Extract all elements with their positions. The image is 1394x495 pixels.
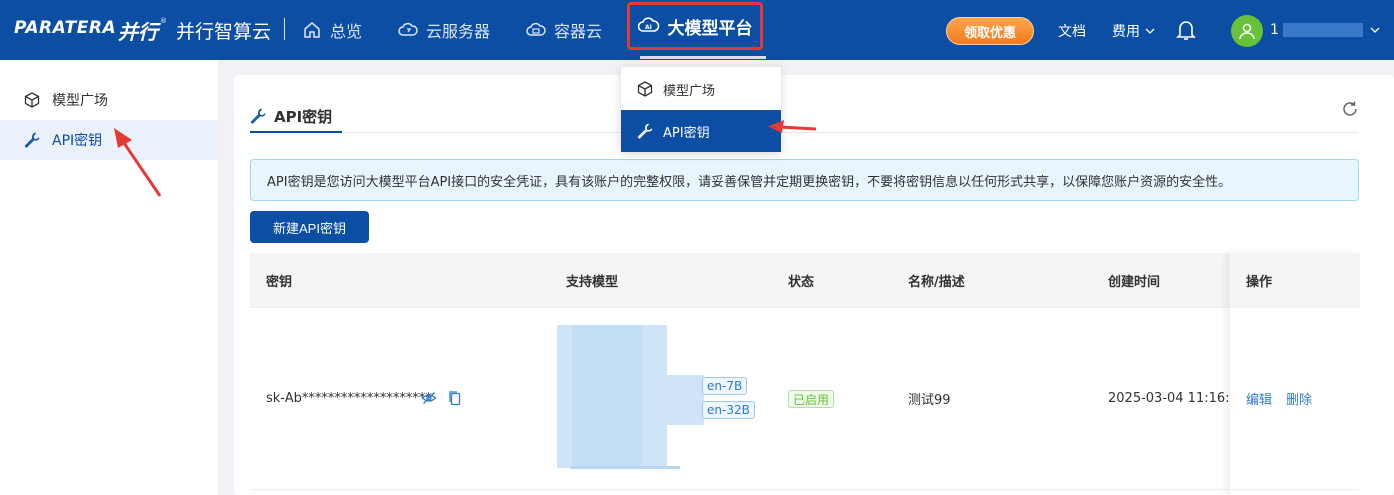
nav-llm-platform[interactable]: AI 大模型平台	[627, 2, 763, 50]
sidebar-item-label: 模型广场	[52, 93, 108, 109]
bell-icon[interactable]	[1176, 19, 1196, 41]
registered-mark: ®	[160, 17, 167, 25]
cube-icon	[637, 81, 653, 97]
edit-link[interactable]: 编辑	[1246, 389, 1272, 408]
docs-link[interactable]: 文档	[1058, 21, 1086, 41]
column-header-created: 创建时间	[1108, 275, 1161, 290]
dropdown-item-api-key[interactable]: API密钥	[621, 110, 781, 152]
container-cloud-icon	[526, 22, 546, 36]
user-menu[interactable]: 1	[1270, 22, 1381, 38]
annotation-arrow-icon	[114, 128, 162, 197]
user-icon	[1239, 23, 1255, 40]
api-key-value: sk-Ab********************	[266, 390, 432, 406]
table-header: 密钥 支持模型 状态 名称/描述 创建时间	[250, 253, 1359, 308]
nav-cloud-server-label: 云服务器	[426, 22, 491, 41]
dropdown-item-label: API密钥	[663, 125, 710, 141]
wrench-icon	[24, 132, 40, 148]
chevron-down-icon	[1145, 28, 1155, 34]
eye-hidden-icon[interactable]	[421, 390, 437, 406]
created-time: 2025-03-04 11:16:0	[1108, 390, 1229, 406]
column-header-name: 名称/描述	[908, 275, 965, 290]
annotation-arrow-icon	[768, 120, 817, 133]
cloud-server-icon	[398, 22, 418, 36]
nav-llm-platform-label: 大模型平台	[667, 18, 753, 39]
wrench-icon	[250, 108, 266, 124]
column-header-status: 状态	[788, 275, 815, 290]
column-header-actions: 操作	[1246, 275, 1273, 290]
nav-container-cloud-label: 容器云	[554, 22, 603, 41]
username: 1	[1270, 22, 1279, 38]
top-navigation-bar: PARATERA 并行 ® 并行智算云 总览 云服务器 容器云 AI 大模型平台…	[0, 0, 1394, 60]
nav-cloud-server[interactable]: 云服务器	[398, 18, 490, 42]
active-tab-underline	[250, 131, 342, 133]
security-notice: API密钥是您访问大模型平台API接口的安全凭证，具有该账户的完整权限，请妥善保…	[250, 159, 1359, 201]
delete-link[interactable]: 删除	[1286, 389, 1312, 408]
wrench-icon	[637, 123, 653, 139]
tab-label: API密钥	[274, 107, 333, 126]
active-nav-underline	[640, 56, 766, 59]
actions-column: 操作 编辑 删除	[1229, 253, 1360, 495]
copy-icon[interactable]	[447, 390, 463, 406]
dropdown-item-label: 模型广场	[663, 83, 716, 99]
username-redacted	[1282, 23, 1363, 37]
column-header-models: 支持模型	[566, 275, 619, 290]
avatar[interactable]	[1231, 15, 1263, 47]
sidebar-item-label: API密钥	[52, 133, 103, 149]
divider	[284, 18, 285, 40]
key-name: 测试99	[908, 392, 951, 408]
chevron-down-icon	[1370, 27, 1380, 33]
dropdown-item-model-square[interactable]: 模型广场	[621, 68, 781, 110]
nav-container-cloud[interactable]: 容器云	[526, 18, 602, 42]
cube-icon	[24, 92, 40, 108]
column-header-key: 密钥	[266, 275, 293, 290]
model-tag: en-32B	[702, 401, 755, 419]
svg-text:AI: AI	[645, 24, 652, 31]
billing-menu[interactable]: 费用	[1112, 21, 1156, 41]
status-badge: 已启用	[788, 390, 835, 408]
ai-cloud-icon: AI	[637, 17, 659, 32]
brand-logo-cn[interactable]: 并行	[118, 16, 158, 45]
billing-label: 费用	[1112, 24, 1140, 40]
new-api-key-button[interactable]: 新建API密钥	[250, 211, 369, 243]
nav-overview-label: 总览	[330, 22, 363, 41]
nav-overview[interactable]: 总览	[302, 18, 362, 42]
model-tag: en-7B	[702, 377, 748, 395]
sidebar-item-model-square[interactable]: 模型广场	[0, 80, 218, 120]
brand-logo[interactable]: PARATERA	[14, 18, 116, 38]
home-icon	[304, 22, 320, 38]
row-divider	[250, 489, 1359, 490]
llm-platform-dropdown: 模型广场 API密钥	[621, 67, 781, 152]
tab-api-key[interactable]: API密钥	[250, 100, 332, 132]
refresh-icon[interactable]	[1341, 100, 1359, 118]
site-name[interactable]: 并行智算云	[176, 17, 271, 44]
actions-header-cell: 操作	[1230, 253, 1360, 308]
promo-button[interactable]: 领取优惠	[946, 17, 1034, 45]
